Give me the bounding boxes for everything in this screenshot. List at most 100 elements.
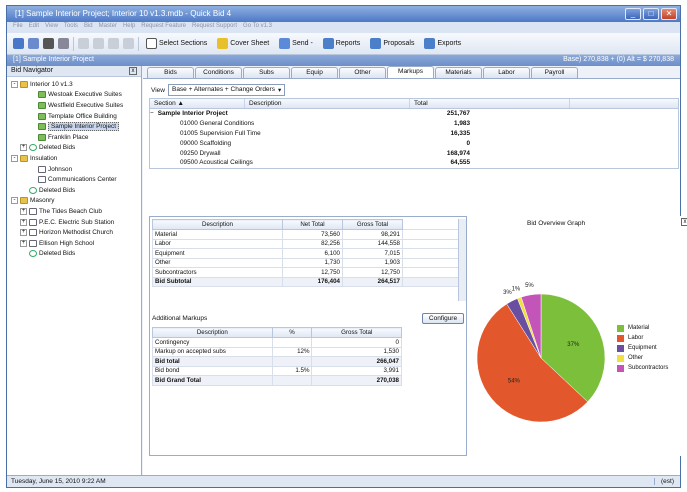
cost-col-gross[interactable]: Gross Total bbox=[342, 219, 403, 230]
deleted-bids-icon bbox=[29, 250, 37, 258]
cover-sheet-button[interactable]: Cover Sheet bbox=[214, 37, 272, 50]
tree-node[interactable]: Westfield Executive Suites bbox=[7, 100, 141, 111]
menu-item[interactable]: Edit bbox=[29, 23, 39, 32]
table-row[interactable]: Bid bond 1.5% 3,991 bbox=[152, 365, 402, 376]
tab-other[interactable]: Other bbox=[339, 67, 386, 78]
tree-node[interactable]: - Insulation bbox=[7, 153, 141, 164]
tab-bids[interactable]: Bids bbox=[147, 67, 194, 78]
menu-item[interactable]: Tools bbox=[64, 23, 78, 32]
tree-node[interactable]: Sample Interior Project bbox=[7, 121, 141, 132]
menu-item[interactable]: Go To v1.3 bbox=[243, 23, 272, 32]
section-row[interactable]: 09000 Scaffolding 0 bbox=[150, 138, 678, 148]
proposals-button[interactable]: Proposals bbox=[367, 37, 417, 50]
minimize-button[interactable]: _ bbox=[625, 8, 641, 20]
table-row[interactable]: Other 1,730 1,903 bbox=[152, 257, 462, 268]
section-row[interactable]: 09250 Drywall 168,974 bbox=[150, 148, 678, 158]
col-total[interactable]: Total bbox=[410, 99, 570, 108]
menu-item[interactable]: Master bbox=[99, 23, 117, 32]
tree-node[interactable]: - Interior 10 v1.3 bbox=[7, 79, 141, 90]
tab-markups[interactable]: Markups bbox=[387, 66, 434, 78]
markups-col-description[interactable]: Description bbox=[152, 327, 273, 338]
menu-item[interactable]: Request Support bbox=[192, 23, 237, 32]
tree-node[interactable]: Template Office Building bbox=[7, 111, 141, 122]
table-row[interactable]: Equipment 6,100 7,015 bbox=[152, 248, 462, 259]
expander-icon[interactable]: + bbox=[20, 207, 27, 215]
tree-node[interactable]: + The Tides Beach Club bbox=[7, 206, 141, 217]
menu-bar: File Edit View Tools Bid Master Help Request Fe… bbox=[7, 22, 680, 33]
select-sections-button[interactable]: Select Sections bbox=[143, 37, 210, 50]
tree-node[interactable]: + Deleted Bids bbox=[7, 143, 141, 154]
expander-icon[interactable]: + bbox=[20, 239, 27, 247]
section-row[interactable]: 01005 Supervision Full Time 16,335 bbox=[150, 129, 678, 139]
expander-icon[interactable]: + bbox=[20, 229, 27, 237]
expander-icon[interactable]: - bbox=[11, 80, 18, 88]
cost-col-net[interactable]: Net Total bbox=[282, 219, 343, 230]
col-section[interactable]: Section ▲ bbox=[150, 99, 245, 108]
configure-button[interactable]: Configure bbox=[422, 313, 464, 324]
menu-item[interactable]: Bid bbox=[84, 23, 93, 32]
preview-icon[interactable] bbox=[58, 38, 69, 49]
expander-icon[interactable]: + bbox=[20, 144, 27, 152]
view-select[interactable]: Base + Alternates + Change Orders ▾ bbox=[167, 84, 286, 96]
tab-subs[interactable]: Subs bbox=[243, 67, 290, 78]
exports-button[interactable]: Exports bbox=[421, 37, 464, 50]
menu-item[interactable]: Request Feature bbox=[141, 23, 186, 32]
section-name: 09000 Scaffolding bbox=[180, 139, 232, 147]
expander-icon[interactable]: - bbox=[11, 154, 18, 162]
print-icon[interactable] bbox=[43, 38, 54, 49]
table-row[interactable]: Bid Grand Total 270,038 bbox=[152, 375, 402, 386]
tree-node[interactable]: + Ellison High School bbox=[7, 238, 141, 249]
markups-col-gross[interactable]: Gross Total bbox=[311, 327, 402, 338]
delete-icon[interactable] bbox=[123, 38, 134, 49]
reports-button[interactable]: Reports bbox=[320, 37, 364, 50]
send-button[interactable]: Send - bbox=[276, 37, 316, 50]
table-row[interactable]: Contingency 0 bbox=[152, 337, 402, 348]
section-row[interactable]: − Sample Interior Project 251,767 bbox=[150, 109, 678, 119]
tree-node[interactable]: Communications Center bbox=[7, 174, 141, 185]
table-row[interactable]: Labor 82,256 144,558 bbox=[152, 238, 462, 249]
maximize-button[interactable]: □ bbox=[643, 8, 659, 20]
open-icon[interactable] bbox=[28, 38, 39, 49]
cost-col-description[interactable]: Description bbox=[152, 219, 283, 230]
menu-item[interactable]: View bbox=[45, 23, 58, 32]
cost-scrollbar[interactable] bbox=[458, 219, 466, 301]
tree-node[interactable]: Deleted Bids bbox=[7, 249, 141, 260]
table-row[interactable]: Subcontractors 12,750 12,750 bbox=[152, 267, 462, 278]
col-description[interactable]: Description bbox=[245, 99, 410, 108]
table-cell: 12% bbox=[271, 346, 313, 357]
tab-payroll[interactable]: Payroll bbox=[531, 67, 578, 78]
exports-label: Exports bbox=[437, 40, 462, 47]
app-window: [1] Sample Interior Project; Interior 10… bbox=[6, 5, 687, 488]
tab-labor[interactable]: Labor bbox=[483, 67, 530, 78]
cut-icon[interactable] bbox=[78, 38, 89, 49]
table-row[interactable]: Material 73,560 98,291 bbox=[152, 229, 462, 240]
close-icon[interactable]: x bbox=[129, 67, 137, 75]
table-cell: 144,558 bbox=[342, 238, 403, 249]
table-row[interactable]: Markup on accepted subs 12% 1,530 bbox=[152, 346, 402, 357]
tab-equip[interactable]: Equip bbox=[291, 67, 338, 78]
tree-node[interactable]: Deleted Bids bbox=[7, 185, 141, 196]
new-icon[interactable] bbox=[13, 38, 24, 49]
table-row[interactable]: Bid total 266,047 bbox=[152, 356, 402, 367]
copy-icon[interactable] bbox=[93, 38, 104, 49]
paste-icon[interactable] bbox=[108, 38, 119, 49]
tree-node[interactable]: + Horizon Methodist Church bbox=[7, 227, 141, 238]
close-button[interactable]: ✕ bbox=[661, 8, 677, 20]
tab-conditions[interactable]: Conditions bbox=[195, 67, 242, 78]
expander-icon[interactable]: - bbox=[11, 197, 18, 205]
expander-icon[interactable]: + bbox=[20, 218, 27, 226]
tree-node[interactable]: Franklin Place bbox=[7, 132, 141, 143]
tree-node[interactable]: Johnson bbox=[7, 164, 141, 175]
title-bar[interactable]: [1] Sample Interior Project; Interior 10… bbox=[7, 6, 680, 22]
tree-node[interactable]: Westoak Executive Suites bbox=[7, 90, 141, 101]
menu-item[interactable]: File bbox=[13, 23, 23, 32]
tree-node[interactable]: + P.E.C. Electric Sub Station bbox=[7, 217, 141, 228]
tab-materials[interactable]: Materials bbox=[435, 67, 482, 78]
tree-node[interactable]: - Masonry bbox=[7, 196, 141, 207]
menu-item[interactable]: Help bbox=[123, 23, 135, 32]
table-cell: 98,291 bbox=[342, 229, 403, 240]
markups-col-percent[interactable]: % bbox=[271, 327, 313, 338]
folder-icon bbox=[20, 154, 28, 162]
section-row[interactable]: 09500 Acoustical Ceilings 64,555 bbox=[150, 158, 678, 168]
section-row[interactable]: 01000 General Conditions 1,983 bbox=[150, 119, 678, 129]
